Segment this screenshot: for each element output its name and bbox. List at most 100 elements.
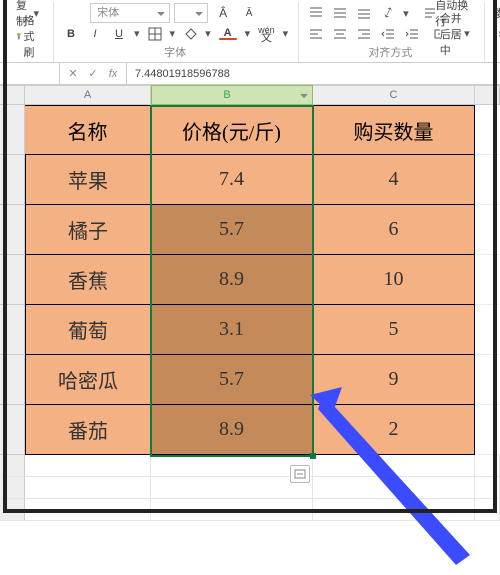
align-bottom-button[interactable] xyxy=(353,3,375,23)
decrease-indent-button[interactable] xyxy=(377,24,399,44)
cell-qty[interactable]: 10 xyxy=(313,255,475,305)
align-middle-icon xyxy=(333,6,347,20)
header-qty[interactable]: 购买数量 xyxy=(313,105,475,155)
clipboard-group-label xyxy=(27,48,30,62)
chevron-down-icon: ▾ xyxy=(203,27,213,40)
empty-cell[interactable] xyxy=(475,155,500,205)
table-row: 橘子5.76 xyxy=(0,205,500,255)
formula-value[interactable]: 7.44801918596788 xyxy=(127,68,500,80)
align-group-label: 对齐方式 xyxy=(368,44,412,62)
cell-qty[interactable]: 4 xyxy=(313,155,475,205)
col-header-rest[interactable] xyxy=(475,85,500,105)
currency-button[interactable]: ¥ xyxy=(491,26,500,46)
bucket-icon xyxy=(183,27,197,41)
ribbon-group-number: 数 ¥ xyxy=(484,2,500,62)
number-group-partial: 数 xyxy=(491,3,500,23)
fx-button[interactable]: fx xyxy=(104,68,122,80)
align-top-icon xyxy=(309,6,323,20)
cell-price[interactable]: 7.4 xyxy=(151,155,313,205)
row-header[interactable] xyxy=(0,405,25,455)
orientation-button[interactable]: ⤢ xyxy=(377,3,399,23)
font-family-select[interactable]: 宋体 xyxy=(90,3,170,23)
font-color-swatch xyxy=(219,38,237,40)
header-price[interactable]: 价格(元/斤) xyxy=(151,105,313,155)
col-header-b[interactable]: B xyxy=(151,85,313,105)
cell-name[interactable]: 苹果 xyxy=(25,155,151,205)
cancel-button[interactable]: ✕ xyxy=(64,67,82,80)
cell-name[interactable]: 番茄 xyxy=(25,405,151,455)
align-bottom-icon xyxy=(357,6,371,20)
header-name[interactable]: 名称 xyxy=(25,105,151,155)
row-header[interactable] xyxy=(0,355,25,405)
cell-qty[interactable]: 5 xyxy=(313,305,475,355)
col-header-a[interactable]: A xyxy=(25,85,151,105)
bold-button[interactable]: B xyxy=(60,24,82,44)
merge-center-button[interactable]: 合并后居中 ▾ xyxy=(430,24,476,44)
cell-name[interactable]: 哈密瓜 xyxy=(25,355,151,405)
chevron-down-icon: ▾ xyxy=(462,27,472,40)
cell-price[interactable]: 8.9 xyxy=(151,255,313,305)
select-all-corner[interactable] xyxy=(0,85,25,105)
align-center-button[interactable] xyxy=(329,24,351,44)
orientation-icon: ⤢ xyxy=(382,5,395,20)
row-header[interactable] xyxy=(0,205,25,255)
fill-color-button[interactable] xyxy=(179,24,201,44)
paintbrush-icon xyxy=(16,29,23,43)
name-box[interactable] xyxy=(0,63,60,84)
wrap-icon xyxy=(424,7,436,19)
cell-price[interactable]: 3.1 xyxy=(151,305,313,355)
table-row: 苹果7.44 xyxy=(0,155,500,205)
align-middle-button[interactable] xyxy=(329,3,351,23)
confirm-button[interactable]: ✓ xyxy=(84,67,102,80)
chevron-down-icon: ▾ xyxy=(281,27,291,40)
font-group-label: 字体 xyxy=(164,44,186,62)
column-headers: A B C xyxy=(0,85,500,105)
align-center-icon xyxy=(333,27,347,41)
indent-icon xyxy=(405,27,419,41)
row-header[interactable] xyxy=(0,255,25,305)
font-color-button[interactable]: A xyxy=(215,24,241,44)
chevron-down-icon: ▾ xyxy=(168,27,178,40)
empty-cell[interactable] xyxy=(475,305,500,355)
empty-cell[interactable] xyxy=(475,205,500,255)
decrease-font-button[interactable]: Ǎ xyxy=(238,3,260,23)
row-header[interactable] xyxy=(0,105,25,155)
worksheet[interactable]: A B C 名称 价格(元/斤) 购买数量 苹果7.44橘子5.76香蕉8.91… xyxy=(0,85,500,521)
italic-button[interactable]: I xyxy=(84,24,106,44)
phonetic-button[interactable]: wén文 xyxy=(254,24,279,44)
table-row: 香蕉8.910 xyxy=(0,255,500,305)
formula-bar-buttons: ✕ ✓ fx xyxy=(60,63,127,84)
merge-label: 合并后居中 xyxy=(440,10,462,58)
format-painter-button[interactable]: 格式刷 xyxy=(12,26,45,46)
underline-button[interactable]: U xyxy=(108,24,130,44)
row-header[interactable] xyxy=(0,305,25,355)
row-header[interactable] xyxy=(0,155,25,205)
chevron-down-icon: ▾ xyxy=(132,27,142,40)
annotation-arrow-icon xyxy=(280,365,480,575)
border-button[interactable] xyxy=(144,24,166,44)
font-size-select[interactable] xyxy=(174,3,208,23)
align-right-button[interactable] xyxy=(353,24,375,44)
cell-name[interactable]: 香蕉 xyxy=(25,255,151,305)
table-header-row: 名称 价格(元/斤) 购买数量 xyxy=(0,105,500,155)
increase-font-icon: Â xyxy=(219,6,227,20)
cell-name[interactable]: 葡萄 xyxy=(25,305,151,355)
border-icon xyxy=(148,27,162,41)
align-left-button[interactable] xyxy=(305,24,327,44)
cell-qty[interactable]: 6 xyxy=(313,205,475,255)
cell-name[interactable]: 橘子 xyxy=(25,205,151,255)
outdent-icon xyxy=(381,27,395,41)
ribbon-group-align: ⤢ ▾ 自动换行 合并后居中 ▾ 对齐方式 xyxy=(298,2,482,62)
table-row: 葡萄3.15 xyxy=(0,305,500,355)
empty-cell[interactable] xyxy=(475,105,500,155)
increase-font-button[interactable]: Â xyxy=(212,3,234,23)
ribbon: 复制 ▾ 格式刷 宋体 Â Ǎ B I U ▾ ▾ xyxy=(0,0,500,63)
empty-cell[interactable] xyxy=(475,255,500,305)
increase-indent-button[interactable] xyxy=(401,24,423,44)
col-header-c[interactable]: C xyxy=(313,85,475,105)
cell-price[interactable]: 5.7 xyxy=(151,205,313,255)
ribbon-group-clipboard: 复制 ▾ 格式刷 xyxy=(6,2,51,62)
ribbon-group-font: 宋体 Â Ǎ B I U ▾ ▾ ▾ A ▾ wén文 xyxy=(53,2,296,62)
align-top-button[interactable] xyxy=(305,3,327,23)
align-left-icon xyxy=(309,27,323,41)
